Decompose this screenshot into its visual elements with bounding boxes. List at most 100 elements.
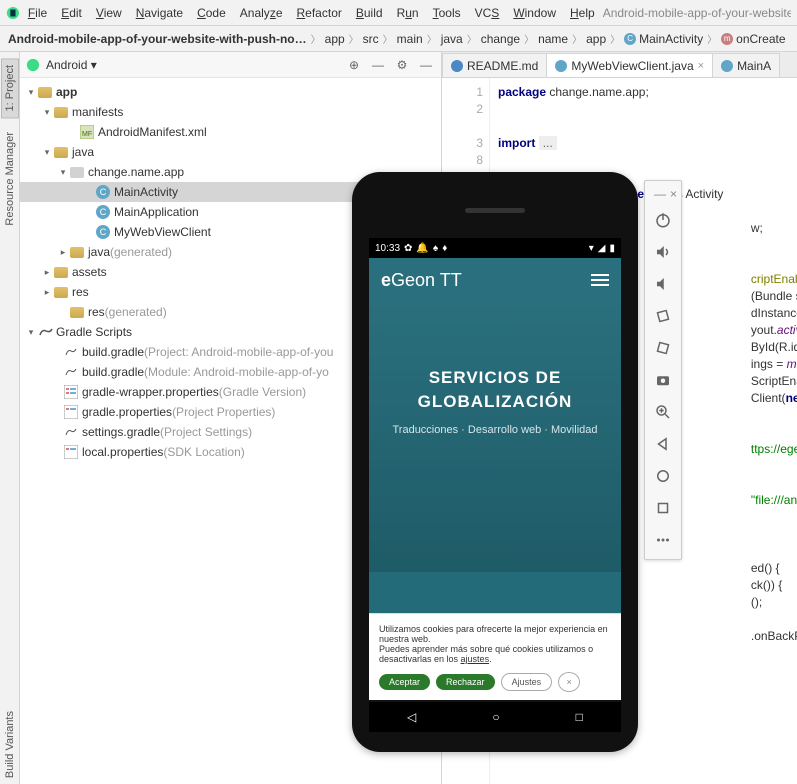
class-icon [555, 60, 567, 72]
tree-node-manifests[interactable]: ▾manifests [20, 102, 441, 122]
gradle-file-icon [64, 425, 78, 439]
notification-icon: ♦ [442, 243, 447, 254]
app-brand: eGeon TT [381, 270, 462, 291]
menu-window[interactable]: Window [507, 4, 562, 22]
menu-navigate[interactable]: Navigate [130, 4, 189, 22]
breadcrumb-java[interactable]: java [441, 32, 463, 46]
breadcrumb-change[interactable]: change [481, 32, 520, 46]
volume-up-button[interactable] [648, 237, 678, 267]
class-icon: C [96, 225, 110, 239]
menu-build[interactable]: Build [350, 4, 389, 22]
hamburger-icon[interactable] [591, 274, 609, 286]
chevron-right-icon: 〉 [349, 31, 359, 46]
minimize-icon[interactable]: — [654, 187, 666, 201]
more-button[interactable] [648, 525, 678, 555]
breadcrumb-name[interactable]: name [538, 32, 568, 46]
phone-back-button[interactable]: ◁ [407, 710, 416, 724]
app-header: eGeon TT [369, 258, 621, 302]
folder-icon [54, 287, 68, 298]
editor-tab-mainactivity[interactable]: MainA [712, 53, 780, 77]
menu-analyze[interactable]: Analyze [234, 4, 289, 22]
project-view-selector[interactable]: Android ▾ [46, 58, 97, 72]
gradle-file-icon [64, 365, 78, 379]
menu-help[interactable]: Help [564, 4, 601, 22]
project-panel-header: Android ▾ ⊕ — ⚙ — [20, 52, 441, 78]
breadcrumb-pkg-app[interactable]: app [586, 32, 606, 46]
chevron-right-icon: 〉 [427, 31, 437, 46]
tree-file-androidmanifest[interactable]: MFAndroidManifest.xml [20, 122, 441, 142]
notification-icon: 🔔 [416, 243, 428, 254]
overview-button[interactable] [648, 493, 678, 523]
folder-icon [70, 247, 84, 258]
chevron-right-icon: 〉 [524, 31, 534, 46]
folder-icon [54, 147, 68, 158]
cookie-close-button[interactable]: × [558, 672, 580, 692]
sidetab-project[interactable]: 1: Project [1, 58, 19, 118]
markdown-icon [451, 60, 463, 72]
close-icon[interactable]: × [698, 60, 704, 72]
phone-statusbar: 10:33 ✿ 🔔 ♠ ♦ ▾ ◢ ▮ [369, 238, 621, 258]
cookie-settings-button[interactable]: Ajustes [501, 673, 553, 691]
phone-screen[interactable]: 10:33 ✿ 🔔 ♠ ♦ ▾ ◢ ▮ eGeon TT SERVI [369, 238, 621, 700]
emulator-window[interactable]: 10:33 ✿ 🔔 ♠ ♦ ▾ ◢ ▮ eGeon TT SERVI [352, 172, 638, 752]
package-icon [70, 167, 84, 178]
xml-icon: MF [80, 125, 94, 139]
collapse-all-icon[interactable]: — [369, 56, 387, 74]
breadcrumb-method[interactable]: monCreate [721, 32, 785, 46]
home-button[interactable] [648, 461, 678, 491]
menu-file[interactable]: File [22, 4, 53, 22]
menu-bar: File Edit View Navigate Code Analyze Ref… [0, 0, 797, 26]
editor-tabbar: README.md MyWebViewClient.java× MainA [442, 52, 797, 78]
folder-icon [70, 307, 84, 318]
close-icon[interactable]: × [670, 187, 677, 201]
hero: SERVICIOS DEGLOBALIZACIÓN Traducciones ·… [369, 302, 621, 572]
rotate-left-button[interactable] [648, 301, 678, 331]
hide-icon[interactable]: — [417, 56, 435, 74]
volume-down-button[interactable] [648, 269, 678, 299]
menu-code[interactable]: Code [191, 4, 232, 22]
breadcrumb-src[interactable]: src [363, 32, 379, 46]
editor-tab-readme[interactable]: README.md [442, 53, 547, 77]
menu-vcs[interactable]: VCS [469, 4, 506, 22]
menu-refactor[interactable]: Refactor [291, 4, 348, 22]
phone-home-button[interactable]: ○ [492, 710, 499, 724]
select-opened-file-icon[interactable]: ⊕ [345, 56, 363, 74]
back-button[interactable] [648, 429, 678, 459]
rotate-right-button[interactable] [648, 333, 678, 363]
folder-icon [54, 267, 68, 278]
editor-tab-mywebviewclient[interactable]: MyWebViewClient.java× [546, 53, 713, 77]
class-icon [721, 60, 733, 72]
menu-tools[interactable]: Tools [427, 4, 467, 22]
cookie-reject-button[interactable]: Rechazar [436, 674, 495, 690]
breadcrumb-project[interactable]: Android-mobile-app-of-your-website-with-… [8, 32, 307, 46]
chevron-right-icon: 〉 [383, 31, 393, 46]
menu-view[interactable]: View [90, 4, 128, 22]
phone-time: 10:33 [375, 243, 400, 254]
phone-top-bezel [362, 182, 628, 238]
properties-icon [64, 445, 78, 459]
phone-overview-button[interactable]: □ [576, 710, 583, 724]
cookie-accept-button[interactable]: Aceptar [379, 674, 430, 690]
android-studio-logo [6, 6, 20, 20]
sidetab-build-variants[interactable]: Build Variants [2, 705, 18, 784]
sidetab-resource-manager[interactable]: Resource Manager [2, 126, 18, 232]
tree-node-app[interactable]: ▾app [20, 82, 441, 102]
module-icon [38, 87, 52, 98]
title-hint: Android-mobile-app-of-your-website [603, 6, 791, 20]
cookie-text-2: Puedes aprender más sobre qué cookies ut… [379, 644, 611, 664]
chevron-right-icon: 〉 [467, 31, 477, 46]
breadcrumb-class[interactable]: CMainActivity [624, 32, 703, 46]
gradle-file-icon [64, 345, 78, 359]
breadcrumb-app[interactable]: app [325, 32, 345, 46]
chevron-right-icon: 〉 [572, 31, 582, 46]
class-icon: C [96, 185, 110, 199]
menu-run[interactable]: Run [391, 4, 425, 22]
screenshot-button[interactable] [648, 365, 678, 395]
menu-edit[interactable]: Edit [55, 4, 88, 22]
zoom-button[interactable] [648, 397, 678, 427]
hero-subtitle: Traducciones · Desarrollo web · Movilida… [385, 424, 605, 436]
power-button[interactable] [648, 205, 678, 235]
settings-icon[interactable]: ⚙ [393, 56, 411, 74]
breadcrumb-main[interactable]: main [397, 32, 423, 46]
tree-node-java[interactable]: ▾java [20, 142, 441, 162]
